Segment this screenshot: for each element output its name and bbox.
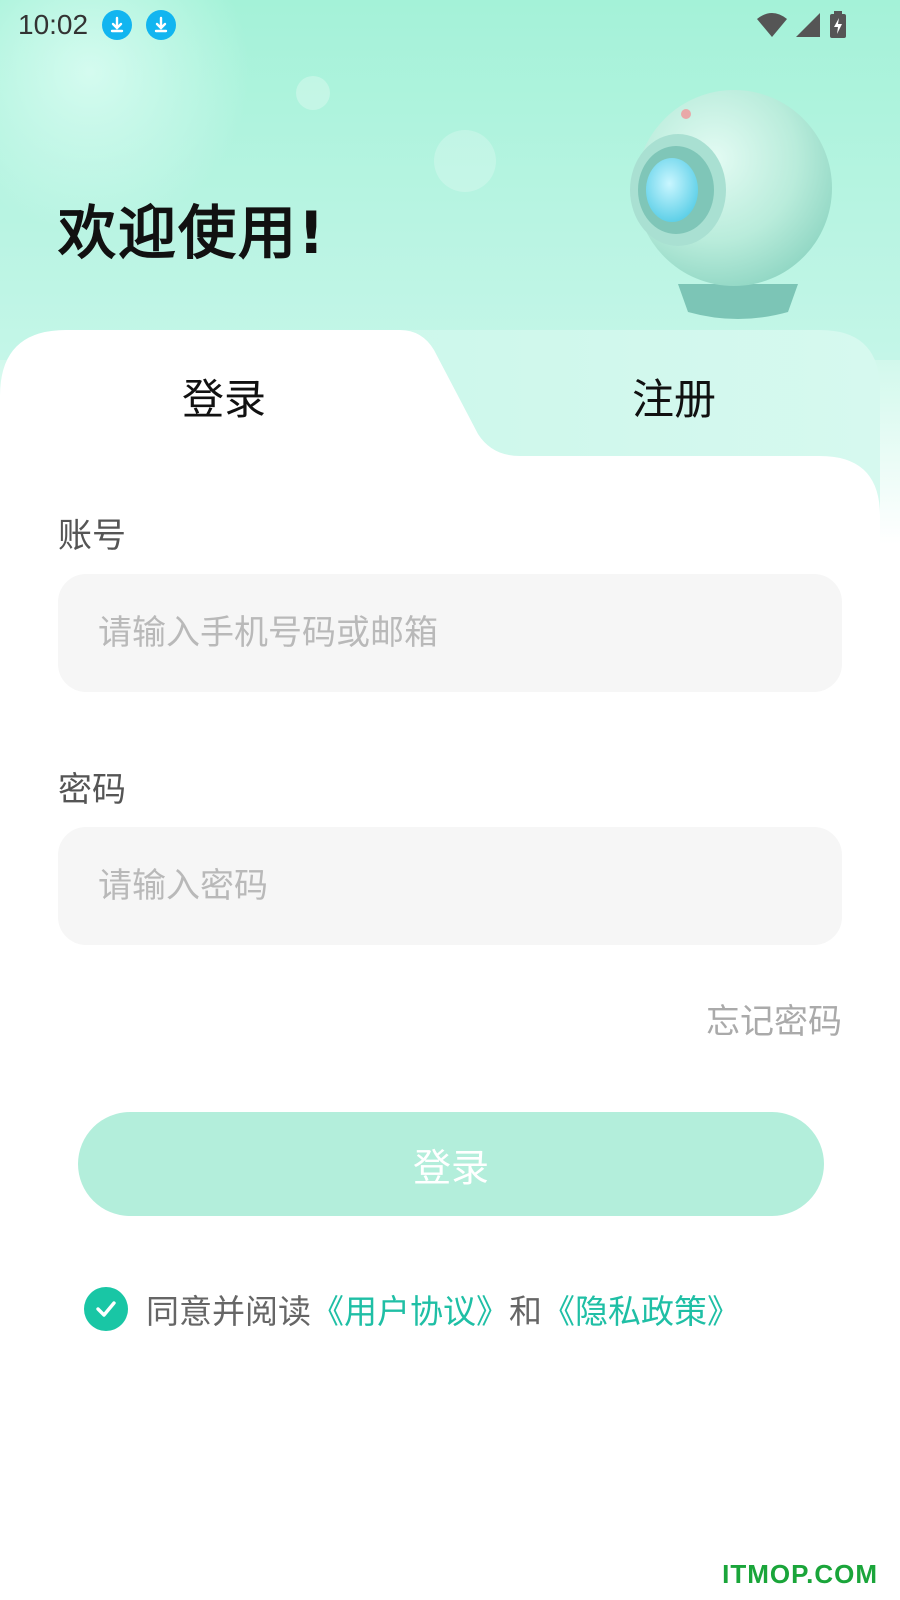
status-bar: 10:02	[0, 0, 900, 50]
camera-illustration	[630, 90, 832, 319]
account-label: 账号	[58, 516, 126, 556]
battery-icon	[830, 11, 846, 38]
password-field[interactable]	[58, 827, 842, 945]
forgot-password-link[interactable]: 忘记密码	[706, 994, 842, 1043]
download-icon	[146, 10, 177, 40]
agreement-prefix: 同意并阅读	[146, 1292, 311, 1331]
status-time: 10:02	[18, 9, 89, 40]
tab-register[interactable]: 注册	[632, 366, 716, 427]
privacy-policy-link[interactable]: 《隐私政策》	[542, 1285, 740, 1333]
user-agreement-link[interactable]: 《用户协议》	[311, 1285, 509, 1333]
check-icon	[96, 1301, 116, 1317]
download-icon	[102, 10, 133, 40]
password-input[interactable]	[98, 866, 842, 906]
watermark: ITMOP.COM	[722, 1559, 878, 1589]
tab-background	[0, 330, 880, 1600]
signal-icon	[796, 13, 820, 37]
password-label: 密码	[58, 770, 126, 810]
login-button[interactable]: 登录	[78, 1112, 824, 1216]
welcome-title: 欢迎使用!	[58, 199, 327, 267]
wifi-icon	[757, 13, 787, 37]
tab-login[interactable]: 登录	[182, 366, 266, 427]
agreement-row: 同意并阅读 《用户协议》 和 《隐私政策》	[84, 1285, 740, 1333]
login-screen: 10:02 欢迎使用! 登录 注册 账号 请输入手机号码或邮箱 密码 忘记密码 …	[0, 0, 900, 1600]
agreement-and: 和	[509, 1292, 542, 1331]
account-field[interactable]	[58, 574, 842, 692]
decorative-bubble	[296, 76, 330, 110]
decorative-bubble	[434, 130, 496, 192]
agree-checkbox[interactable]	[84, 1287, 128, 1331]
login-card: 登录 注册 账号 密码 忘记密码 登录 同意并阅读 《用户协议》 和 《隐私政策…	[0, 330, 900, 1600]
account-input[interactable]	[98, 613, 842, 653]
status-icons	[756, 10, 848, 40]
